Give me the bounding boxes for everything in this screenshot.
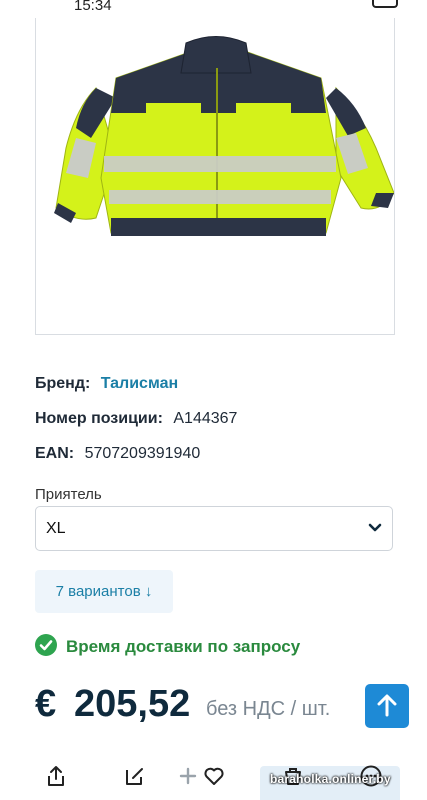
size-select[interactable]: XL xyxy=(35,506,393,551)
check-icon xyxy=(35,634,57,656)
scroll-top-button[interactable] xyxy=(365,684,409,728)
product-image[interactable] xyxy=(35,18,395,335)
price-suffix: без НДС / шт. xyxy=(206,698,331,720)
plus-icon[interactable] xyxy=(176,764,200,788)
status-bar: 15:34 xyxy=(0,0,427,18)
brand-link[interactable]: Талисман xyxy=(101,375,178,392)
heart-icon[interactable] xyxy=(202,764,226,788)
sku-row: Номер позиции: A144367 xyxy=(35,410,237,428)
status-time: 15:34 xyxy=(74,0,112,14)
sku-value: A144367 xyxy=(173,410,238,427)
price-currency: € xyxy=(35,683,57,725)
watermark: baraholka.onliner.by xyxy=(270,772,391,786)
edit-icon[interactable] xyxy=(123,764,147,788)
size-select-value: XL xyxy=(46,520,66,537)
arrow-up-icon xyxy=(377,694,397,717)
variants-button[interactable]: 7 вариантов ↓ xyxy=(35,570,173,613)
price-amount: 205,52 xyxy=(74,683,191,725)
size-select-label: Приятель xyxy=(35,486,102,503)
brand-label: Бренд: xyxy=(35,375,91,392)
share-icon[interactable] xyxy=(44,764,68,788)
chevron-down-icon xyxy=(368,523,382,532)
ean-row: EAN: 5707209391940 xyxy=(35,445,200,463)
ean-label: EAN: xyxy=(35,445,75,462)
sku-label: Номер позиции: xyxy=(35,410,163,427)
device-icon xyxy=(372,0,398,8)
jacket-image xyxy=(54,36,394,236)
delivery-text: Время доставки по запросу xyxy=(66,637,301,656)
brand-row: Бренд: Талисман xyxy=(35,375,178,393)
ean-value: 5707209391940 xyxy=(84,445,201,462)
